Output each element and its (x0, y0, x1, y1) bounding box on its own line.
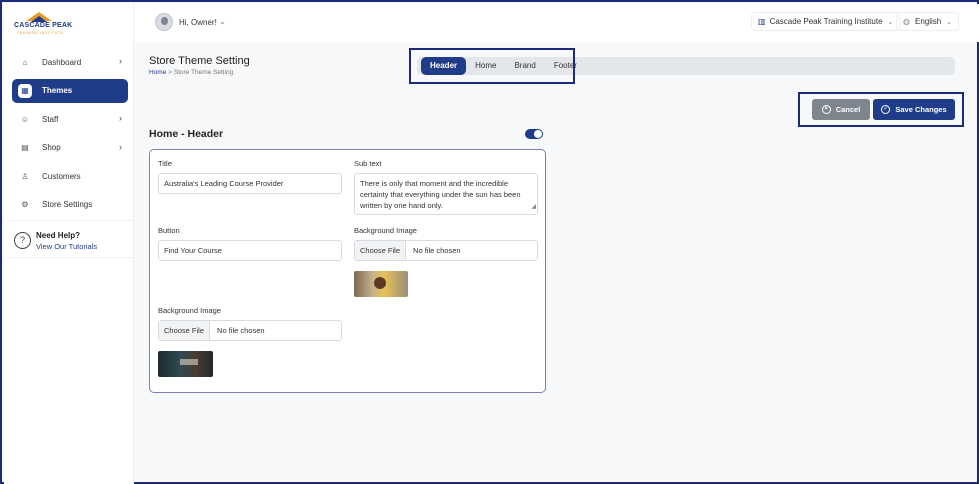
bg-image-label: Background Image (354, 226, 417, 235)
subtext-label: Sub text (354, 159, 382, 168)
chevron-right-icon: › (119, 113, 122, 123)
breadcrumb-home[interactable]: Home (149, 69, 166, 76)
header-form-card: Title Australia's Leading Course Provide… (149, 149, 546, 393)
header-enabled-toggle[interactable] (525, 129, 543, 139)
sidebar-item-label: Themes (42, 86, 73, 95)
globe-icon: ◍ (903, 17, 910, 26)
breadcrumb-current: Store Theme Setting (173, 69, 234, 76)
button-text-input[interactable]: Find Your Course (158, 240, 342, 261)
question-icon: ? (14, 232, 31, 249)
bg-image-preview (354, 271, 408, 297)
actions-highlight (798, 92, 964, 127)
subtext-textarea[interactable]: There is only that moment and the incred… (354, 173, 538, 215)
staff-icon: ☺ (20, 114, 30, 124)
language-selector[interactable]: ◍ English ⌄ (896, 12, 960, 31)
section-title: Home - Header (149, 128, 224, 140)
language-label: English (914, 17, 942, 26)
brand-logo[interactable]: CASCADE PEAK TRAINING INSTITUTE (14, 12, 74, 38)
sidebar-item-label: Staff (42, 114, 59, 124)
sidebar: CASCADE PEAK TRAINING INSTITUTE ⌂ Dashbo… (4, 4, 134, 484)
sidebar-item-themes[interactable]: ▦ Themes (12, 78, 128, 103)
button-label: Button (158, 226, 180, 235)
title-input[interactable]: Australia's Leading Course Provider (158, 173, 342, 194)
chevron-down-icon[interactable]: ⌄ (219, 17, 226, 26)
bg-image-file-input[interactable]: Choose File No file chosen (354, 240, 538, 261)
chevron-right-icon: › (119, 56, 122, 66)
user-icon: ♙ (21, 171, 29, 181)
bg-image2-file-input[interactable]: Choose File No file chosen (158, 320, 342, 341)
themes-icon: ▦ (18, 83, 32, 98)
settings-icon: ⚙ (21, 200, 29, 209)
bg-image2-preview (158, 351, 213, 377)
bg-image2-label: Background Image (158, 306, 221, 315)
chevron-down-icon: ⌄ (887, 18, 894, 26)
store-icon: ▥ (758, 17, 766, 26)
tutorials-link[interactable]: View Our Tutorials (36, 242, 97, 251)
chevron-down-icon: ⌄ (946, 18, 953, 26)
help-panel: ? Need Help? View Our Tutorials (6, 220, 134, 258)
institute-selector[interactable]: ▥ Cascade Peak Training Institute ⌄ (751, 12, 901, 31)
sidebar-item-label: Dashboard (42, 57, 82, 67)
sidebar-nav: ⌂ Dashboard › ▦ Themes ☺ Staff › ▤ Shop … (12, 50, 128, 221)
app-frame: CASCADE PEAK TRAINING INSTITUTE ⌂ Dashbo… (0, 0, 979, 484)
sidebar-item-label: Customers (42, 171, 81, 181)
sidebar-item-customers[interactable]: ♙ Customers (12, 164, 128, 188)
user-greeting[interactable]: Hi, Owner! (179, 18, 217, 27)
resize-handle-icon[interactable]: ◢ (531, 202, 536, 213)
sidebar-item-shop[interactable]: ▤ Shop › (12, 136, 128, 160)
topbar: Hi, Owner! ⌄ ▥ Cascade Peak Training Ins… (134, 4, 979, 42)
help-title: Need Help? (36, 231, 81, 240)
title-label: Title (158, 159, 172, 168)
choose-file-button[interactable]: Choose File (159, 321, 211, 340)
sidebar-item-label: Store Settings (42, 200, 93, 209)
avatar[interactable] (155, 13, 173, 31)
sidebar-item-store-settings[interactable]: ⚙ Store Settings (12, 193, 128, 217)
sidebar-item-dashboard[interactable]: ⌂ Dashboard › (12, 50, 128, 74)
breadcrumb-separator: > (168, 69, 172, 76)
file-status: No file chosen (217, 326, 265, 335)
tabs-highlight (409, 48, 575, 84)
subtext-value: There is only that moment and the incred… (360, 179, 521, 210)
sidebar-item-label: Shop (42, 143, 61, 152)
choose-file-button[interactable]: Choose File (355, 241, 407, 260)
brand-name: CASCADE PEAK (14, 22, 73, 29)
brand-tagline: TRAINING INSTITUTE (17, 31, 64, 35)
chevron-right-icon: › (119, 141, 122, 152)
file-status: No file chosen (413, 246, 461, 255)
shop-icon: ▤ (21, 143, 29, 152)
home-icon: ⌂ (22, 57, 28, 67)
institute-name: Cascade Peak Training Institute (769, 17, 883, 26)
sidebar-item-staff[interactable]: ☺ Staff › (12, 107, 128, 131)
breadcrumb: Home > Store Theme Setting (149, 69, 233, 76)
page-title: Store Theme Setting (149, 55, 250, 67)
